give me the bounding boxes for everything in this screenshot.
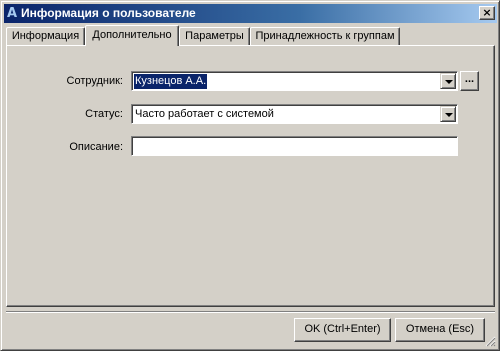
tab-additional[interactable]: Дополнительно	[85, 25, 179, 46]
employee-dropdown-button[interactable]	[440, 73, 456, 89]
close-button[interactable]: ×	[479, 6, 495, 20]
status-label: Статус:	[85, 108, 123, 120]
resize-grip-icon[interactable]	[484, 335, 496, 347]
chevron-down-icon	[445, 80, 453, 84]
description-label: Описание:	[69, 141, 123, 153]
description-input[interactable]	[131, 136, 458, 156]
description-value	[134, 139, 136, 154]
status-value: Часто работает с системой	[135, 108, 274, 120]
dialog-window: A Информация о пользователе × Информация…	[0, 0, 500, 351]
window-title: Информация о пользователе	[21, 6, 196, 20]
title-bar[interactable]: A Информация о пользователе ×	[4, 4, 497, 23]
employee-combobox[interactable]: Кузнецов А.А.	[131, 71, 458, 91]
tab-parameters[interactable]: Параметры	[179, 27, 250, 45]
chevron-down-icon	[445, 113, 453, 117]
status-combobox[interactable]: Часто работает с системой	[131, 104, 458, 124]
cancel-button[interactable]: Отмена (Esc)	[395, 318, 485, 342]
ok-button[interactable]: OK (Ctrl+Enter)	[294, 318, 391, 342]
status-dropdown-button[interactable]	[440, 106, 456, 122]
employee-browse-button[interactable]: ...	[460, 71, 479, 91]
tab-info[interactable]: Информация	[6, 27, 85, 45]
tab-group-membership[interactable]: Принадлежность к группам	[250, 27, 400, 45]
footer-divider	[6, 311, 495, 313]
employee-label: Сотрудник:	[66, 75, 124, 87]
employee-value: Кузнецов А.А.	[134, 74, 208, 89]
